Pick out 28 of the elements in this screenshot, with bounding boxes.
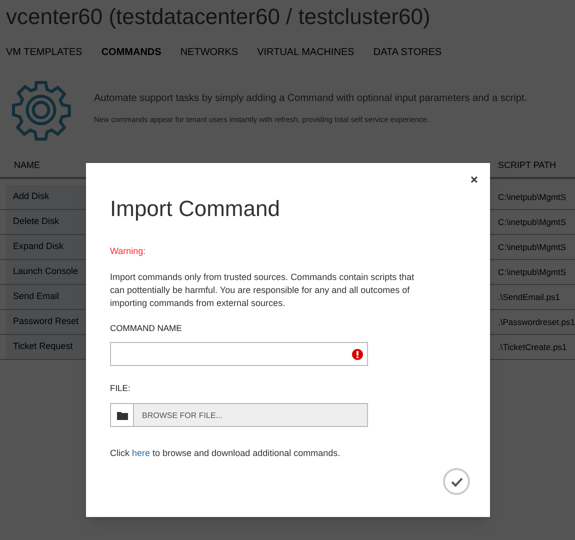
table-cell-text: .\SendEmail.ps1: [498, 290, 561, 304]
column-header: NAME: [14, 159, 40, 172]
confirm-button[interactable]: [443, 468, 470, 495]
close-button[interactable]: ×: [470, 173, 478, 186]
intro-headline: Automate support tasks by simply adding a Command with optional input parameters and a script.: [94, 92, 527, 106]
command-name-field[interactable]: [110, 342, 368, 366]
table-cell-text: C:\inetpub\MgmtS: [498, 216, 568, 228]
table-cell-text: C:\inetpub\MgmtS: [498, 190, 568, 204]
column-header: SCRIPT PATH: [498, 159, 558, 172]
footer-text: Click here to browse and download additional commands.: [110, 447, 342, 460]
table-cell: .\Passwordreset.ps1: [498, 316, 575, 328]
tab[interactable]: DATA STORES: [373, 45, 442, 60]
folder-icon: [116, 410, 128, 420]
warning-label: Warning:: [110, 245, 147, 258]
tab[interactable]: VIRTUAL MACHINES: [257, 45, 354, 60]
folder-button[interactable]: [110, 403, 134, 427]
page-title: vcenter60 (testdatacenter60 / testcluster60): [5, 3, 432, 31]
field-label: COMMAND NAME: [110, 322, 183, 334]
here-link[interactable]: here: [132, 448, 150, 458]
file-field[interactable]: BROWSE FOR FILE...: [134, 403, 368, 427]
table-cell-text: C:\inetpub\MgmtS: [498, 240, 568, 254]
tab[interactable]: COMMANDS: [101, 45, 162, 60]
tab[interactable]: VM TEMPLATES: [6, 45, 82, 60]
checkmark-icon: [450, 476, 462, 486]
table-cell-text: .\TicketCreate.ps1: [498, 340, 568, 354]
tab[interactable]: NETWORKS: [180, 45, 238, 60]
field-label: FILE:: [110, 382, 132, 395]
table-cell-text: C:\inetpub\MgmtS: [498, 266, 568, 278]
